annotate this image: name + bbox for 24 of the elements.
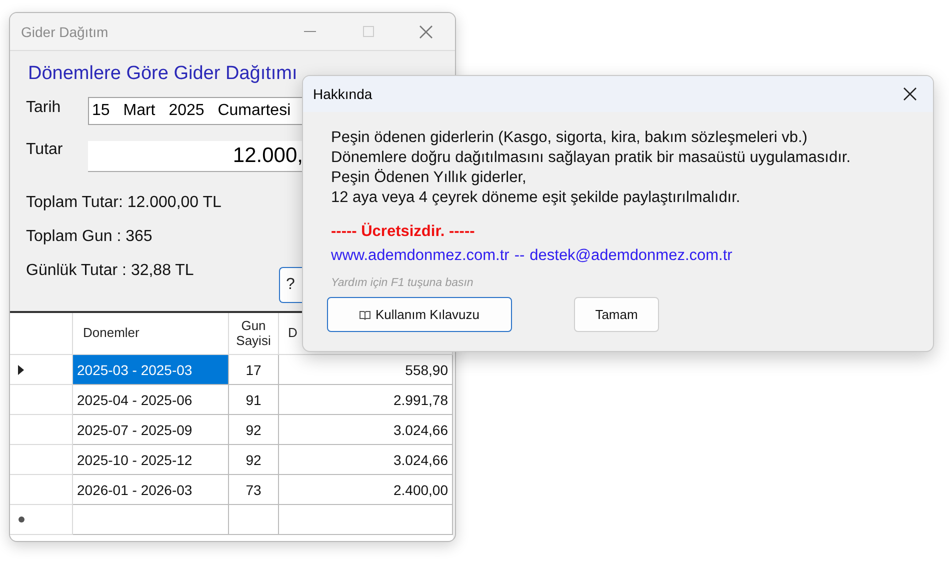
description-line: Peşin Ödenen Yıllık giderler, (331, 168, 528, 188)
form-heading: Dönemlere Göre Gider Dağıtımı (28, 63, 298, 85)
help-hint: Yardım için F1 tuşuna basın (331, 277, 474, 289)
table-cell: 73 (229, 475, 279, 505)
total-label: Toplam Tutar: 12.000,00 TL (26, 194, 222, 212)
description-line: Dönemlere doğru dağıtılmasını sağlayan pratik bir masaüstü uygulamasıdır. (331, 148, 852, 168)
table-cell: 92 (229, 445, 279, 475)
table-cell: 91 (229, 385, 279, 415)
description-line: 12 aya veya 4 çeyrek döneme eşit şekilde paylaştırılmalıdır. (331, 188, 742, 208)
table-cell: 17 (229, 355, 279, 385)
table-cell: 3.024,66 (279, 445, 453, 475)
free-notice: ----- Ücretsizdir. ----- (331, 223, 476, 241)
field-label: Tarih (26, 99, 62, 117)
table-cell: 92 (229, 415, 279, 445)
description-line: Peşin ödenen giderlerin (Kasgo, sigorta, kira, bakım sözleşmeleri vb.) (331, 128, 808, 148)
table-cell: 2.400,00 (279, 475, 453, 505)
table-cell: 558,90 (279, 355, 453, 385)
table-cell: 3.024,66 (279, 415, 453, 445)
total-label: Toplam Gun : 365 (26, 228, 152, 246)
field-label: Tutar (26, 141, 64, 159)
separator-text: -- (514, 247, 525, 265)
window-title: Gider Dağıtım (21, 24, 110, 40)
total-label: Günlük Tutar : 32,88 TL (26, 262, 194, 280)
table-cell: 2.991,78 (279, 385, 453, 415)
